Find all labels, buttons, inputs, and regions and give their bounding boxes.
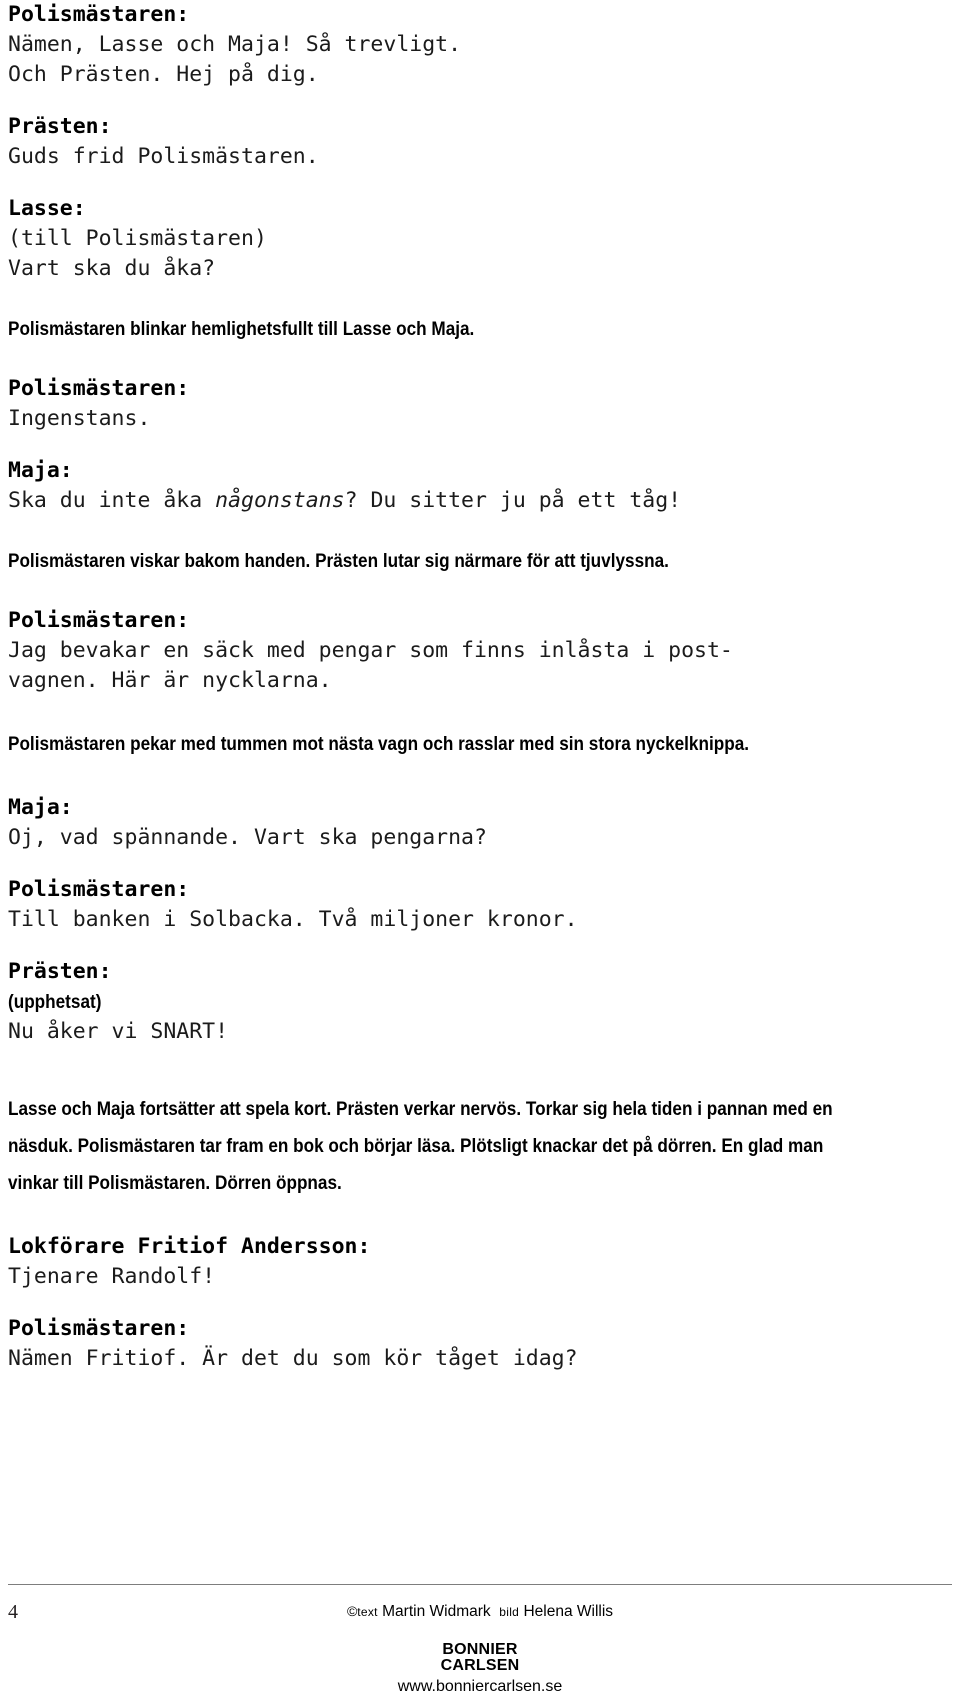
speaker-label: Polismästaren: bbox=[8, 608, 190, 633]
dialogue-line: (till Polismästaren) bbox=[8, 226, 267, 251]
dialogue-line: Ingenstans. bbox=[8, 406, 151, 431]
dialogue-line: Guds frid Polismästaren. bbox=[8, 144, 319, 169]
speaker-label: Prästen: bbox=[8, 114, 112, 139]
dialogue-line: Nämen, Lasse och Maja! Så trevligt. bbox=[8, 32, 462, 57]
dialogue-line-italic: Ska du inte åka någonstans? Du sitter ju… bbox=[8, 486, 878, 516]
publisher-name-line1: BONNIER bbox=[442, 1641, 518, 1658]
speaker-label: Lokförare Fritiof Andersson: bbox=[8, 1234, 371, 1259]
speaker-label: Polismästaren: bbox=[8, 877, 190, 902]
publisher-url[interactable]: www.bonniercarlsen.se bbox=[0, 1678, 960, 1696]
publisher-name-line2: CARLSEN bbox=[440, 1657, 520, 1674]
credit-text-author: Martin Widmark bbox=[382, 1603, 491, 1620]
speaker-label: Lasse: bbox=[8, 196, 86, 221]
footer-divider bbox=[8, 1584, 952, 1585]
copyright-icon: © bbox=[346, 1603, 358, 1619]
dialogue-line: Nämen Fritiof. Är det du som kör tåget i… bbox=[8, 1346, 578, 1371]
credit-line: ©text Martin Widmark bild Helena Willis bbox=[0, 1603, 960, 1621]
speaker-label: Maja: bbox=[8, 795, 73, 820]
dialogue-line: Tjenare Randolf! bbox=[8, 1264, 216, 1289]
speaker-label: Polismästaren: bbox=[8, 2, 190, 27]
dialogue-line: Jag bevakar en säck med pengar som finns… bbox=[8, 638, 733, 663]
credit-text-label: text bbox=[357, 1605, 378, 1619]
credit-bild-author: Helena Willis bbox=[523, 1603, 614, 1620]
dialogue-text-post: ? Du sitter ju på ett tåg! bbox=[344, 488, 682, 513]
dialogue-text-pre: Ska du inte åka bbox=[8, 488, 216, 513]
publisher-logo: BONNIER CARLSEN bbox=[0, 1642, 960, 1674]
credit-bild-label: bild bbox=[499, 1605, 520, 1619]
dialogue-line: vagnen. Här är nycklarna. bbox=[8, 668, 332, 693]
stage-direction: Lasse och Maja fortsätter att spela kort… bbox=[8, 1098, 833, 1194]
stage-direction: Polismästaren viskar bakom handen. Präst… bbox=[8, 550, 669, 572]
stage-direction-parenthetical: (upphetsat) bbox=[8, 991, 102, 1013]
stage-direction: Polismästaren pekar med tummen mot nästa… bbox=[8, 733, 750, 755]
dialogue-line: Nu åker vi SNART! bbox=[8, 1019, 229, 1044]
dialogue-line: Vart ska du åka? bbox=[8, 256, 216, 281]
speaker-label: Maja: bbox=[8, 458, 73, 483]
stage-direction: Polismästaren blinkar hemlighetsfullt ti… bbox=[8, 318, 475, 340]
speaker-label: Prästen: bbox=[8, 959, 112, 984]
script-body: Polismästaren: Nämen, Lasse och Maja! Så… bbox=[8, 0, 878, 1374]
speaker-label: Polismästaren: bbox=[8, 376, 190, 401]
dialogue-line: Till banken i Solbacka. Två miljoner kro… bbox=[8, 907, 578, 932]
speaker-label: Polismästaren: bbox=[8, 1316, 190, 1341]
dialogue-line: Och Prästen. Hej på dig. bbox=[8, 62, 319, 87]
document-page: Polismästaren: Nämen, Lasse och Maja! Så… bbox=[0, 0, 960, 1699]
dialogue-line: Oj, vad spännande. Vart ska pengarna? bbox=[8, 825, 487, 850]
dialogue-text-emphasis: någonstans bbox=[215, 488, 345, 513]
